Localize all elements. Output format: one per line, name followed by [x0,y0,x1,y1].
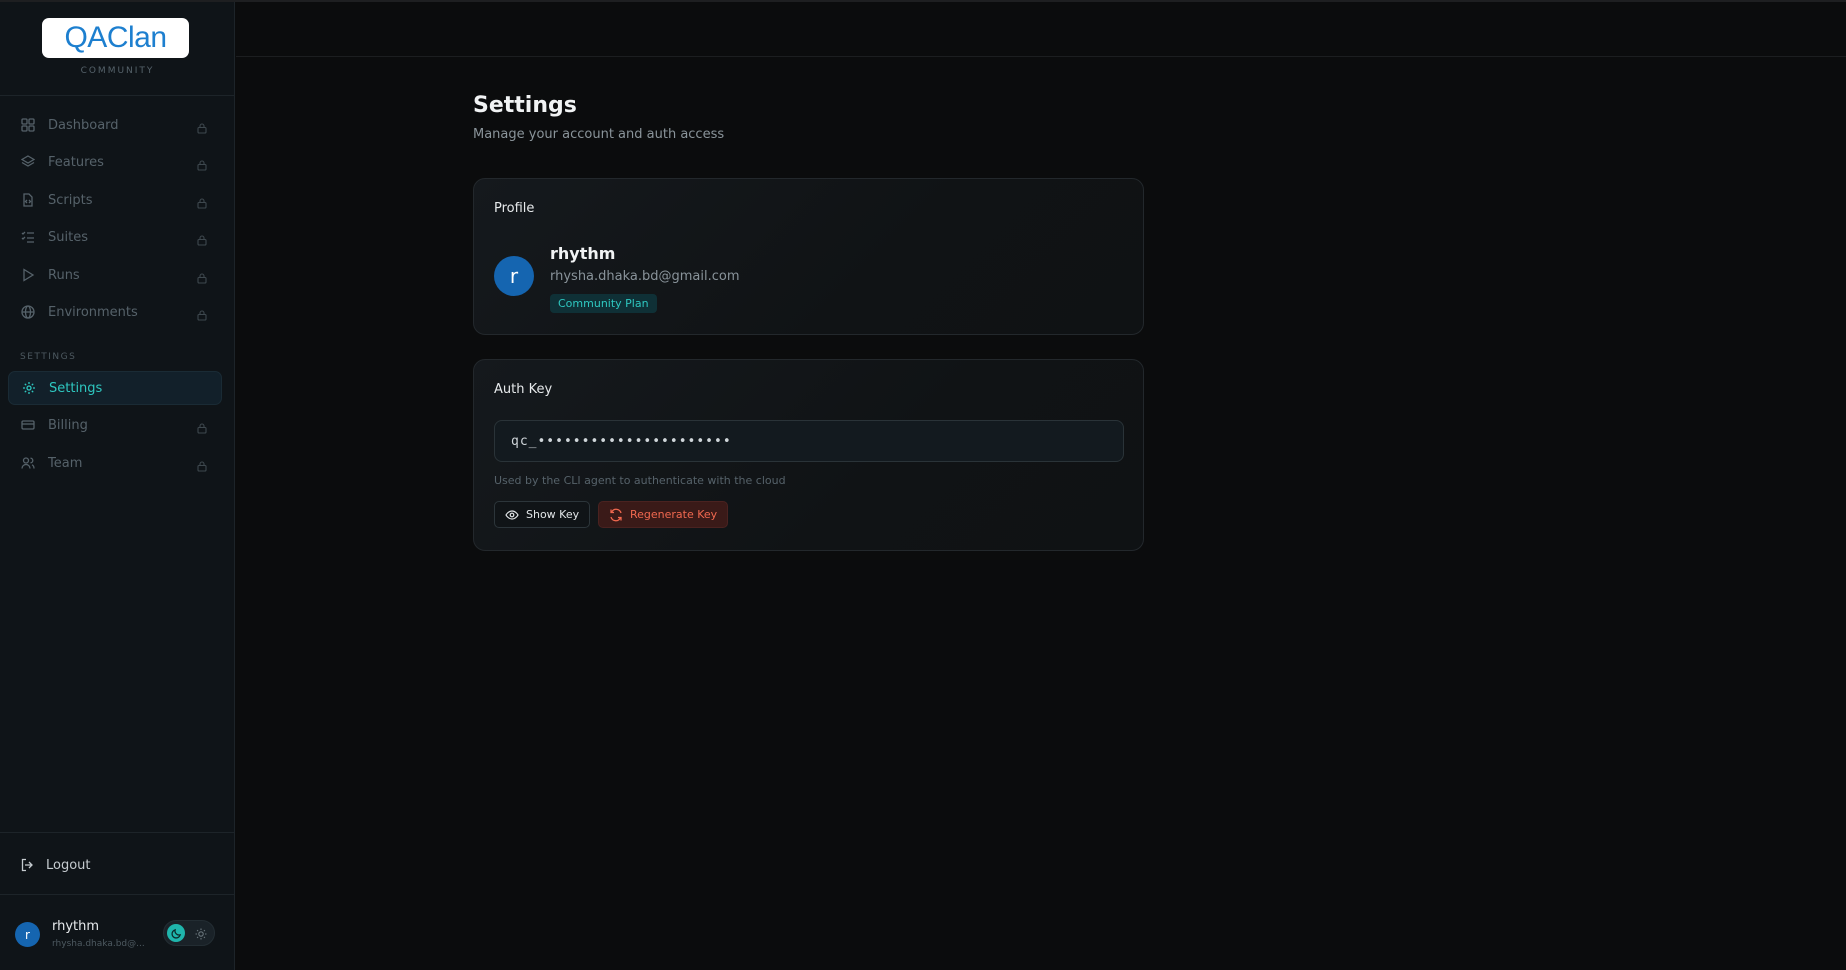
page-subtitle: Manage your account and auth access [473,127,725,142]
avatar[interactable]: r [15,922,40,947]
logout-button[interactable]: Logout [8,850,222,880]
sidebar-item-label: Scripts [48,192,93,208]
auth-key-field[interactable]: qc_•••••••••••••••••••••• [494,420,1124,462]
sidebar-item-scripts[interactable]: Scripts [8,183,222,217]
lock-icon [196,231,208,246]
moon-icon [167,924,185,942]
sidebar-item-environments[interactable]: Environments [8,295,222,329]
logout-label: Logout [46,857,91,873]
profile-name: rhythm [550,244,616,263]
sidebar-divider [0,832,235,833]
profile-email: rhysha.dhaka.bd@gmail.com [550,269,740,284]
sidebar-item-label: Billing [48,417,88,433]
logo[interactable]: QAClan [42,18,189,58]
avatar: r [494,256,534,296]
sidebar-item-team[interactable]: Team [8,446,222,480]
credit-card-icon [20,417,36,433]
lock-icon [196,156,208,171]
sidebar-item-label: Suites [48,229,88,245]
sidebar-item-dashboard[interactable]: Dashboard [8,108,222,142]
user-name: rhythm [52,919,100,934]
settings-section-label: SETTINGS [20,352,77,362]
lock-icon [196,457,208,472]
lock-icon [196,419,208,434]
sidebar-item-label: Features [48,154,104,170]
logout-icon [20,858,34,872]
sidebar-item-features[interactable]: Features [8,145,222,179]
logo-text: QAClan [64,21,167,54]
page-title: Settings [473,93,577,118]
sidebar-item-label: Runs [48,267,80,283]
gear-icon [21,380,37,396]
sidebar-divider [0,95,235,96]
users-icon [20,455,36,471]
regenerate-key-button[interactable]: Regenerate Key [598,501,729,528]
grid-icon [20,117,36,133]
sidebar-item-billing[interactable]: Billing [8,408,222,442]
sidebar-item-label: Team [48,455,83,471]
sidebar-item-runs[interactable]: Runs [8,258,222,292]
auth-key-card: Auth Key qc_•••••••••••••••••••••• Used … [473,359,1144,551]
plan-tier-label: COMMUNITY [80,66,155,76]
top-border [0,0,1846,2]
profile-card-title: Profile [494,201,535,216]
sidebar-item-settings[interactable]: Settings [8,371,222,405]
sidebar-item-label: Settings [49,380,103,396]
lock-icon [196,269,208,284]
header-divider [236,56,1846,57]
regenerate-key-label: Regenerate Key [630,508,718,521]
layers-icon [20,154,36,170]
sidebar-item-suites[interactable]: Suites [8,220,222,254]
sidebar-item-label: Environments [48,304,138,320]
refresh-icon [609,508,623,522]
show-key-button[interactable]: Show Key [494,501,591,528]
file-code-icon [20,192,36,208]
profile-card: Profile r rhythm rhysha.dhaka.bd@gmail.c… [473,178,1144,335]
plan-badge: Community Plan [550,294,657,313]
lock-icon [196,306,208,321]
show-key-label: Show Key [526,508,580,521]
globe-icon [20,304,36,320]
eye-icon [505,508,519,522]
sidebar: QAClan COMMUNITY Dashboard Features Scri… [0,2,235,970]
lock-icon [196,119,208,134]
lock-icon [196,194,208,209]
sidebar-item-label: Dashboard [48,117,119,133]
list-checks-icon [20,229,36,245]
theme-toggle[interactable] [163,920,215,946]
play-icon [20,267,36,283]
sidebar-divider [0,894,235,895]
user-email: rhysha.dhaka.bd@... [52,939,145,949]
auth-key-hint: Used by the CLI agent to authenticate wi… [494,474,786,487]
sun-icon [194,926,208,940]
auth-key-card-title: Auth Key [494,382,553,397]
